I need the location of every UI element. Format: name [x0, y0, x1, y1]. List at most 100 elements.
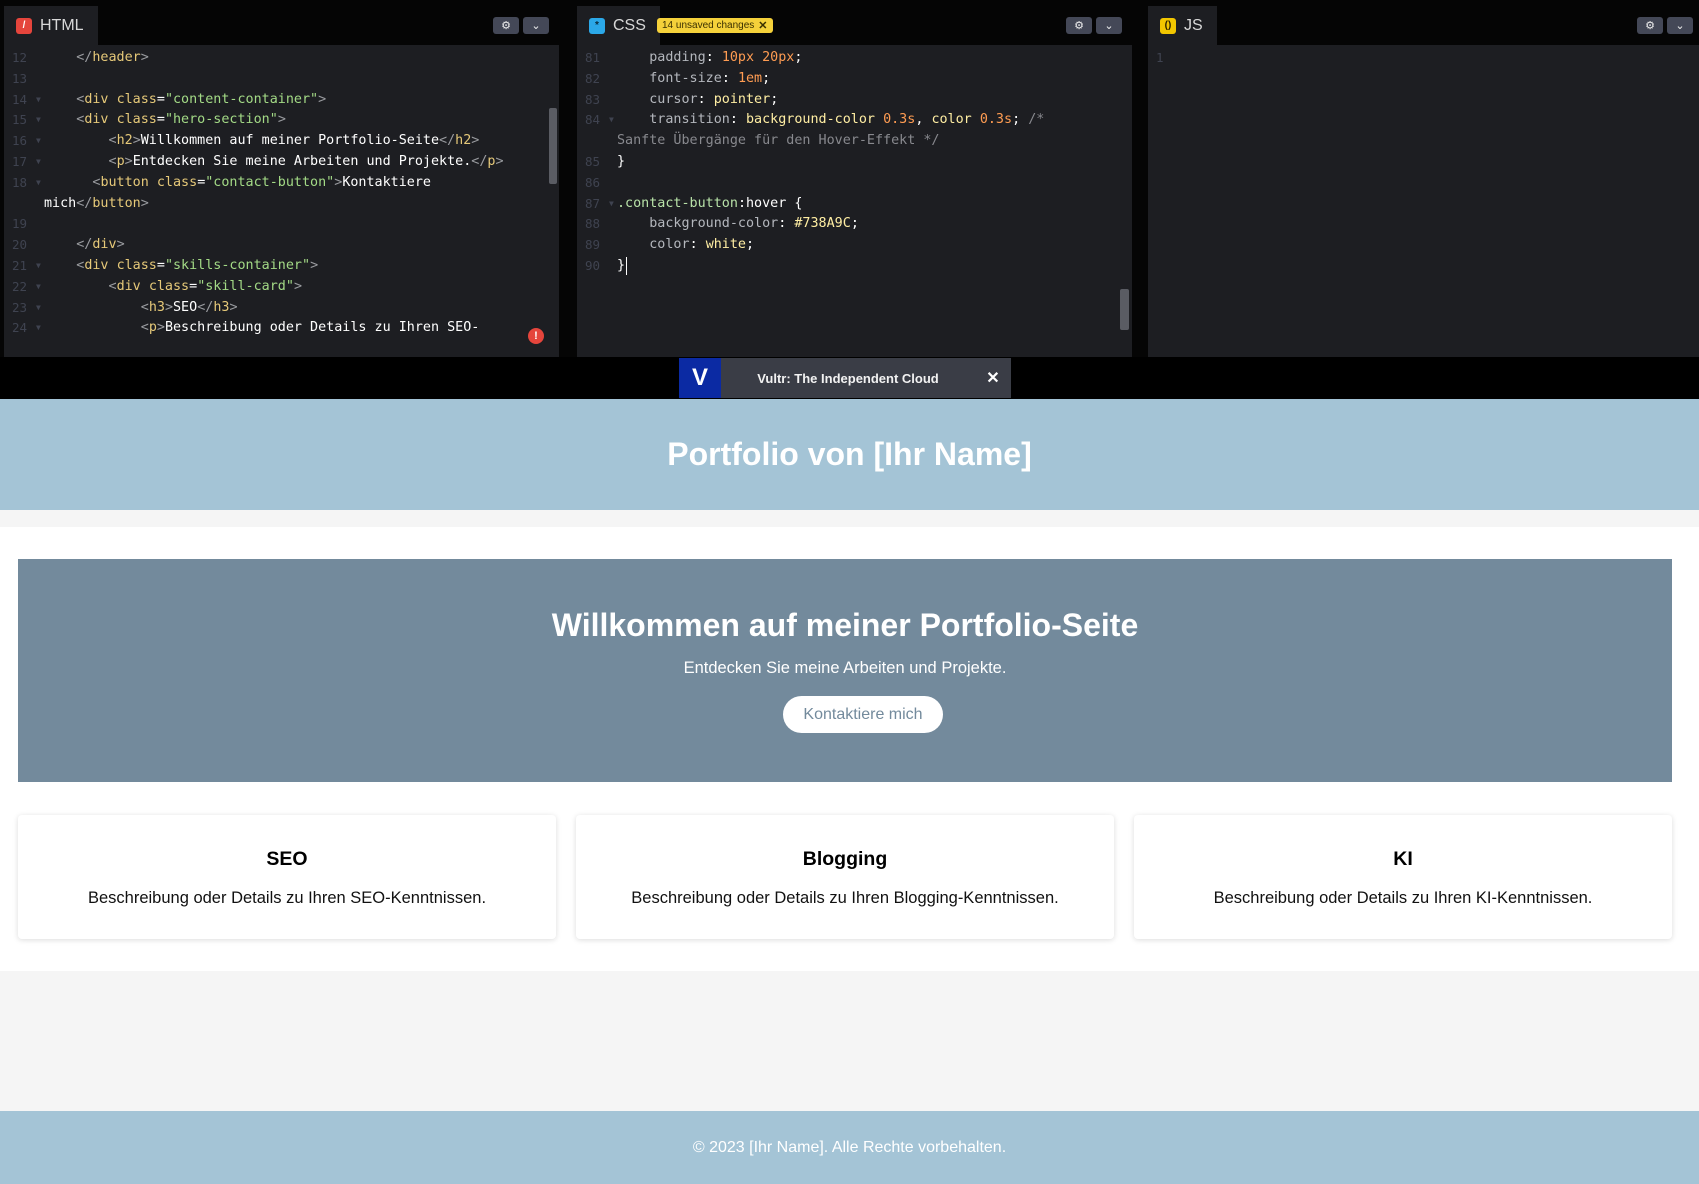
- code-text: <button class="contact-button">Kontaktie…: [44, 174, 431, 190]
- html-collapse-button[interactable]: ⌄: [523, 17, 549, 34]
- code-text: background-color: #738A9C;: [617, 216, 859, 232]
- html-code-editor[interactable]: 12 </header> 13 14 ▼ <div class="content-co…: [4, 45, 559, 357]
- line-number: 12: [12, 50, 28, 65]
- code-line: 16 ▼ <h2>Willkommen auf meiner Portfolio-…: [4, 130, 559, 153]
- css-logo-icon: *: [589, 17, 605, 34]
- html-logo-icon: /: [16, 17, 32, 34]
- fold-arrow-icon[interactable]: ▼: [36, 317, 41, 340]
- code-line: mich</button>: [4, 193, 559, 216]
- tab-html-label: HTML: [40, 16, 84, 34]
- unsaved-changes-label: 14 unsaved changes: [662, 20, 755, 31]
- code-line: 23 ▼ <h3>SEO</h3>: [4, 297, 559, 320]
- css-panel-header: * CSS 14 unsaved changes ✕ ⚙ ⌄: [577, 6, 1132, 45]
- code-text: <div class="skills-container">: [44, 258, 319, 273]
- code-text: <p>Beschreibung oder Details zu Ihren SE…: [44, 320, 480, 336]
- js-code-editor[interactable]: 1: [1148, 45, 1699, 357]
- skill-card-title: KI: [1393, 848, 1413, 870]
- skill-card-text: Beschreibung oder Details zu Ihren KI-Ke…: [1213, 889, 1593, 907]
- fold-arrow-icon[interactable]: ▼: [36, 255, 41, 278]
- code-line: 86: [577, 172, 1132, 195]
- code-text: font-size: 1em;: [617, 70, 771, 86]
- css-code-editor[interactable]: 81 padding: 10px 20px; 82 font-size: 1em;…: [577, 45, 1132, 357]
- line-number: 22: [12, 278, 28, 294]
- gear-icon: ⚙: [1074, 20, 1084, 32]
- unsaved-changes-badge[interactable]: 14 unsaved changes ✕: [657, 18, 773, 33]
- code-text: .contact-button:hover {: [617, 195, 803, 211]
- line-number: 15: [12, 112, 28, 128]
- text-cursor: [626, 257, 627, 275]
- code-line: 12 </header>: [4, 47, 559, 70]
- contact-button[interactable]: Kontaktiere mich: [783, 696, 943, 733]
- code-line: 19: [4, 213, 559, 236]
- code-line: 14 ▼ <div class="content-container">: [4, 89, 559, 112]
- close-icon[interactable]: ✕: [758, 19, 767, 32]
- skill-card-title: SEO: [266, 848, 308, 870]
- js-editor-panel: () JS ⚙ ⌄ 1: [1148, 6, 1699, 357]
- line-number: 89: [585, 237, 601, 253]
- fold-arrow-icon[interactable]: ▼: [36, 109, 41, 132]
- html-settings-button[interactable]: ⚙: [493, 17, 519, 34]
- code-line: 83 cursor: pointer;: [577, 89, 1132, 112]
- code-text: <h3>SEO</h3>: [44, 299, 238, 315]
- fold-arrow-icon[interactable]: ▼: [36, 151, 41, 174]
- ad-close-icon[interactable]: ✕: [975, 368, 1011, 388]
- code-text: <div class="hero-section">: [44, 112, 286, 128]
- line-number: 21: [12, 258, 28, 273]
- code-text: <p>Entdecken Sie meine Arbeiten und Proj…: [44, 154, 504, 169]
- fold-arrow-icon[interactable]: ▼: [609, 193, 614, 216]
- fold-arrow-icon[interactable]: ▼: [36, 130, 41, 153]
- code-text: <h2>Willkommen auf meiner Portfolio-Seit…: [44, 133, 480, 149]
- ad-text[interactable]: Vultr: The Independent Cloud: [721, 371, 975, 386]
- fold-arrow-icon[interactable]: ▼: [36, 172, 41, 195]
- code-line: 82 font-size: 1em;: [577, 68, 1132, 91]
- fold-arrow-icon[interactable]: ▼: [36, 276, 41, 299]
- line-number: 85: [585, 154, 601, 169]
- sponsor-ad[interactable]: V Vultr: The Independent Cloud ✕: [679, 358, 1011, 398]
- css-settings-button[interactable]: ⚙: [1066, 17, 1092, 34]
- line-number: 90: [585, 258, 601, 273]
- hero-subtitle: Entdecken Sie meine Arbeiten und Projekt…: [683, 659, 1007, 677]
- line-number: 19: [12, 216, 28, 232]
- code-line: 85}: [577, 151, 1132, 174]
- line-number: 13: [12, 70, 28, 86]
- line-number: 81: [585, 50, 601, 65]
- css-editor-panel: * CSS 14 unsaved changes ✕ ⚙ ⌄ 81 paddin…: [577, 6, 1132, 357]
- code-line: 17 ▼ <p>Entdecken Sie meine Arbeiten und …: [4, 151, 559, 174]
- css-editor-scrollbar[interactable]: [1120, 289, 1129, 330]
- code-text: <div class="skill-card">: [44, 278, 302, 294]
- chevron-down-icon: ⌄: [531, 20, 541, 32]
- fold-arrow-icon[interactable]: ▼: [36, 89, 41, 112]
- html-editor-scrollbar[interactable]: [549, 108, 557, 184]
- skill-card-seo: SEO Beschreibung oder Details zu Ihren S…: [18, 815, 556, 939]
- fold-arrow-icon[interactable]: ▼: [36, 297, 41, 320]
- code-text: </div>: [44, 237, 125, 253]
- code-text: Sanfte Übergänge für den Hover-Effekt */: [617, 133, 940, 149]
- fold-arrow-icon[interactable]: ▼: [609, 109, 614, 132]
- gear-icon: ⚙: [1645, 20, 1655, 32]
- skill-card-text: Beschreibung oder Details zu Ihren SEO-K…: [87, 889, 487, 907]
- skill-card-title: Blogging: [802, 848, 888, 870]
- hero-section: Willkommen auf meiner Portfolio-Seite En…: [18, 559, 1672, 782]
- css-collapse-button[interactable]: ⌄: [1096, 17, 1122, 34]
- error-icon[interactable]: !: [528, 328, 544, 344]
- line-number: 83: [585, 91, 601, 107]
- code-text: padding: 10px 20px;: [617, 50, 803, 65]
- line-number: 17: [12, 154, 28, 169]
- code-line: Sanfte Übergänge für den Hover-Effekt */: [577, 130, 1132, 153]
- line-number: 20: [12, 237, 28, 253]
- vultr-logo-icon: V: [679, 358, 721, 398]
- code-line: 24 ▼ <p>Beschreibung oder Details zu Ihre…: [4, 317, 559, 340]
- code-text: }: [617, 154, 626, 169]
- line-number: 23: [12, 299, 28, 315]
- tab-html[interactable]: / HTML: [4, 6, 98, 45]
- js-settings-button[interactable]: ⚙: [1637, 17, 1663, 34]
- code-line: 90}: [577, 255, 1132, 278]
- line-number: 18: [12, 174, 28, 190]
- skill-card-ki: KI Beschreibung oder Details zu Ihren KI…: [1134, 815, 1672, 939]
- code-text: }: [617, 258, 626, 273]
- js-collapse-button[interactable]: ⌄: [1667, 17, 1693, 34]
- code-line: 21 ▼ <div class="skills-container">: [4, 255, 559, 278]
- tab-css[interactable]: * CSS: [577, 6, 660, 45]
- tab-js[interactable]: () JS: [1148, 6, 1217, 45]
- line-number: 16: [12, 133, 28, 149]
